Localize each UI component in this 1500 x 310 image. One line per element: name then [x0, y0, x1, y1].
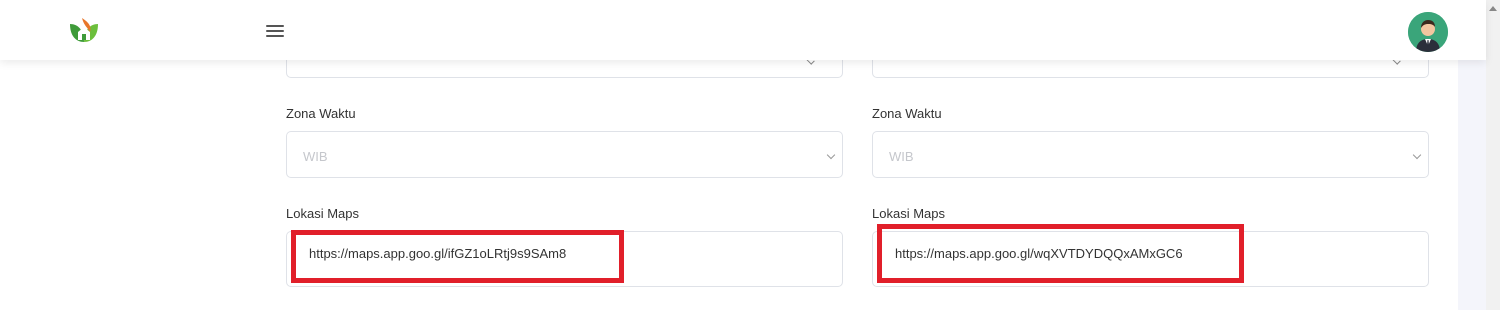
timezone-label-right: Zona Waktu: [872, 106, 942, 121]
timezone-select-value: WIB: [303, 149, 328, 164]
highlight-box-left: [291, 230, 624, 283]
maps-label-right: Lokasi Maps: [872, 206, 945, 221]
timezone-select-left[interactable]: WIB: [286, 131, 843, 178]
maps-label-left: Lokasi Maps: [286, 206, 359, 221]
chevron-down-icon: [1412, 150, 1422, 160]
timezone-select-right[interactable]: WIB: [872, 131, 1429, 178]
user-avatar-icon[interactable]: [1408, 12, 1448, 52]
timezone-select-value: WIB: [889, 149, 914, 164]
chevron-down-icon: [826, 150, 836, 160]
top-navbar: [0, 0, 1486, 60]
leaf-house-logo-icon[interactable]: [68, 16, 100, 46]
highlight-box-right: [877, 224, 1244, 283]
page-scrollbar[interactable]: [1486, 0, 1500, 310]
hamburger-icon[interactable]: [266, 22, 284, 40]
timezone-label-left: Zona Waktu: [286, 106, 356, 121]
scroll-up-arrow-icon[interactable]: [1489, 6, 1497, 11]
